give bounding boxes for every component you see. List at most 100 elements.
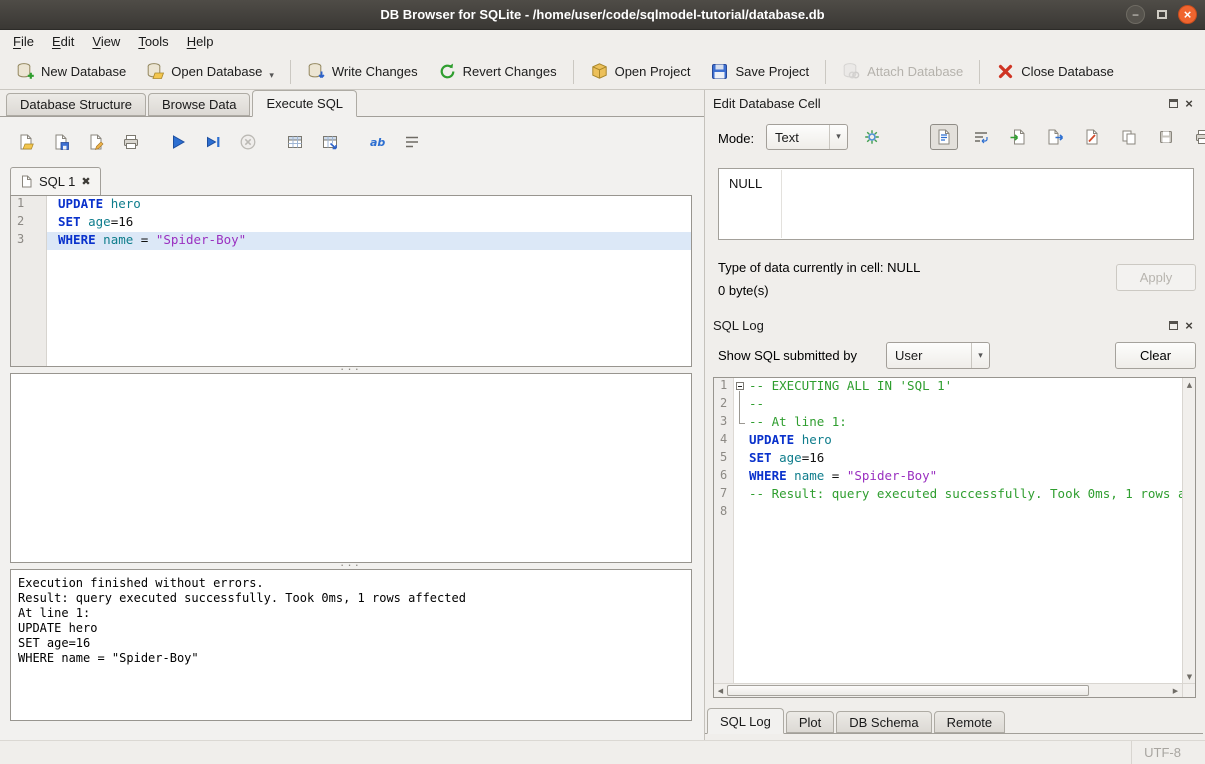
import-cell-button[interactable] <box>1004 124 1032 150</box>
toolbar-separator <box>825 60 826 84</box>
print-sql-button[interactable] <box>117 129 145 155</box>
tab-plot[interactable]: Plot <box>786 711 834 733</box>
scrollbar-track[interactable] <box>1183 391 1195 670</box>
tab-browse-data[interactable]: Browse Data <box>148 93 250 116</box>
menu-view[interactable]: View <box>83 30 129 54</box>
close-database-icon <box>996 62 1015 81</box>
export-results-button[interactable] <box>316 129 344 155</box>
open-database-button[interactable]: Open Database ▾ <box>136 57 284 86</box>
dock-tab-bar: SQL LogPlotDB SchemaRemote <box>705 707 1203 734</box>
menu-edit[interactable]: Edit <box>43 30 83 54</box>
log-fold-gutter <box>734 378 747 683</box>
close-sql-tab-icon[interactable]: ✖ <box>81 176 90 187</box>
float-icon <box>1169 99 1178 108</box>
sql-editor-tab[interactable]: SQL 1 ✖ <box>10 167 101 195</box>
log-code-area[interactable]: -- EXECUTING ALL IN 'SQL 1'---- At line … <box>747 378 1182 683</box>
execute-all-button[interactable] <box>164 129 192 155</box>
scroll-left-icon[interactable]: ◀ <box>714 684 727 697</box>
panel-divider[interactable] <box>704 90 705 740</box>
stop-execution-button[interactable] <box>234 129 262 155</box>
float-panel-button[interactable] <box>1165 95 1181 111</box>
tab-sql-log[interactable]: SQL Log <box>707 708 784 734</box>
write-changes-button[interactable]: Write Changes <box>297 57 428 86</box>
set-null-button[interactable] <box>1078 124 1106 150</box>
export-cell-button[interactable] <box>1041 124 1069 150</box>
fold-gutter-cell <box>734 450 747 468</box>
open-sql-file-icon <box>17 133 35 151</box>
log-vertical-scrollbar[interactable]: ▲ ▼ <box>1182 378 1195 683</box>
cell-editor-divider <box>781 170 782 238</box>
open-database-dropdown-arrow[interactable]: ▾ <box>269 71 274 81</box>
open-results-button[interactable] <box>281 129 309 155</box>
save-cell-button[interactable] <box>1152 124 1180 150</box>
code-line: -- EXECUTING ALL IN 'SQL 1' <box>747 378 1182 396</box>
save-project-label: Save Project <box>735 64 809 79</box>
sql-editor[interactable]: 123 UPDATE heroSET age=16WHERE name = "S… <box>10 195 692 367</box>
auto-switch-mode-button[interactable] <box>858 124 886 150</box>
word-wrap-button[interactable] <box>967 124 995 150</box>
results-grid[interactable] <box>10 373 692 563</box>
close-panel-button[interactable]: × <box>1181 317 1197 333</box>
scrollbar-track[interactable] <box>727 684 1169 697</box>
close-database-button[interactable]: Close Database <box>986 57 1124 86</box>
revert-changes-button[interactable]: Revert Changes <box>428 57 567 86</box>
mode-select[interactable]: Text ▾ <box>766 124 848 150</box>
minimize-button[interactable]: − <box>1126 5 1145 24</box>
word-wrap-button[interactable] <box>398 129 426 155</box>
scroll-right-icon[interactable]: ▶ <box>1169 684 1182 697</box>
save-project-button[interactable]: Save Project <box>700 57 819 86</box>
execute-current-line-button[interactable] <box>199 129 227 155</box>
sql-log-view[interactable]: 12345678 -- EXECUTING ALL IN 'SQL 1'----… <box>713 377 1196 698</box>
format-sql-button[interactable]: ab <box>363 129 391 155</box>
open-project-button[interactable]: Open Project <box>580 57 701 86</box>
line-number: 6 <box>714 468 733 486</box>
export-file-icon <box>1046 128 1064 146</box>
tab-execute-sql[interactable]: Execute SQL <box>252 90 357 117</box>
chevron-down-icon: ▾ <box>829 125 847 149</box>
close-window-button[interactable]: × <box>1178 5 1197 24</box>
line-number: 2 <box>714 396 733 414</box>
new-database-button[interactable]: New Database <box>6 57 136 86</box>
sql-code-area[interactable]: UPDATE heroSET age=16WHERE name = "Spide… <box>47 196 691 366</box>
titlebar[interactable]: DB Browser for SQLite - /home/user/code/… <box>0 0 1205 30</box>
attach-database-button[interactable]: Attach Database <box>832 57 973 86</box>
cell-editor[interactable]: NULL <box>718 168 1194 240</box>
float-panel-button[interactable] <box>1165 317 1181 333</box>
open-sql-file-button[interactable] <box>12 129 40 155</box>
maximize-button[interactable] <box>1152 5 1171 24</box>
fold-collapse-icon[interactable] <box>734 378 747 396</box>
log-filter-select[interactable]: User ▾ <box>886 342 990 369</box>
apply-button[interactable]: Apply <box>1116 264 1196 291</box>
menu-help[interactable]: Help <box>178 30 223 54</box>
cell-editor-toolbar <box>930 124 1205 150</box>
code-line: SET age=16 <box>747 450 1182 468</box>
minimize-icon: − <box>1132 9 1139 21</box>
scroll-down-icon[interactable]: ▼ <box>1183 670 1195 683</box>
sql-log-content: 12345678 -- EXECUTING ALL IN 'SQL 1'----… <box>714 378 1195 683</box>
close-icon: × <box>1185 318 1193 333</box>
scrollbar-thumb[interactable] <box>727 685 1089 696</box>
tab-database-structure[interactable]: Database Structure <box>6 93 146 116</box>
clear-log-button[interactable]: Clear <box>1115 342 1196 369</box>
editor-results-splitter[interactable]: ··· <box>10 366 692 372</box>
execution-message-box[interactable]: Execution finished without errors. Resul… <box>10 569 692 721</box>
results-message-splitter[interactable]: ··· <box>10 562 692 568</box>
save-sql-file-as-button[interactable] <box>82 129 110 155</box>
encoding-indicator[interactable]: UTF-8 <box>1131 741 1181 764</box>
print-cell-button[interactable] <box>1189 124 1205 150</box>
save-sql-file-button[interactable] <box>47 129 75 155</box>
log-horizontal-scrollbar[interactable]: ◀ ▶ <box>714 683 1195 697</box>
export-results-icon <box>321 133 339 151</box>
close-panel-button[interactable]: × <box>1181 95 1197 111</box>
revert-changes-label: Revert Changes <box>463 64 557 79</box>
tab-db-schema[interactable]: DB Schema <box>836 711 931 733</box>
tab-remote[interactable]: Remote <box>934 711 1006 733</box>
sql-tab-label: SQL 1 <box>39 174 75 189</box>
text-mode-button[interactable] <box>930 124 958 150</box>
open-results-icon <box>286 133 304 151</box>
menu-file[interactable]: File <box>4 30 43 54</box>
scroll-up-icon[interactable]: ▲ <box>1183 378 1195 391</box>
copy-cell-button[interactable] <box>1115 124 1143 150</box>
window-title: DB Browser for SQLite - /home/user/code/… <box>0 0 1205 30</box>
menu-tools[interactable]: Tools <box>129 30 177 54</box>
